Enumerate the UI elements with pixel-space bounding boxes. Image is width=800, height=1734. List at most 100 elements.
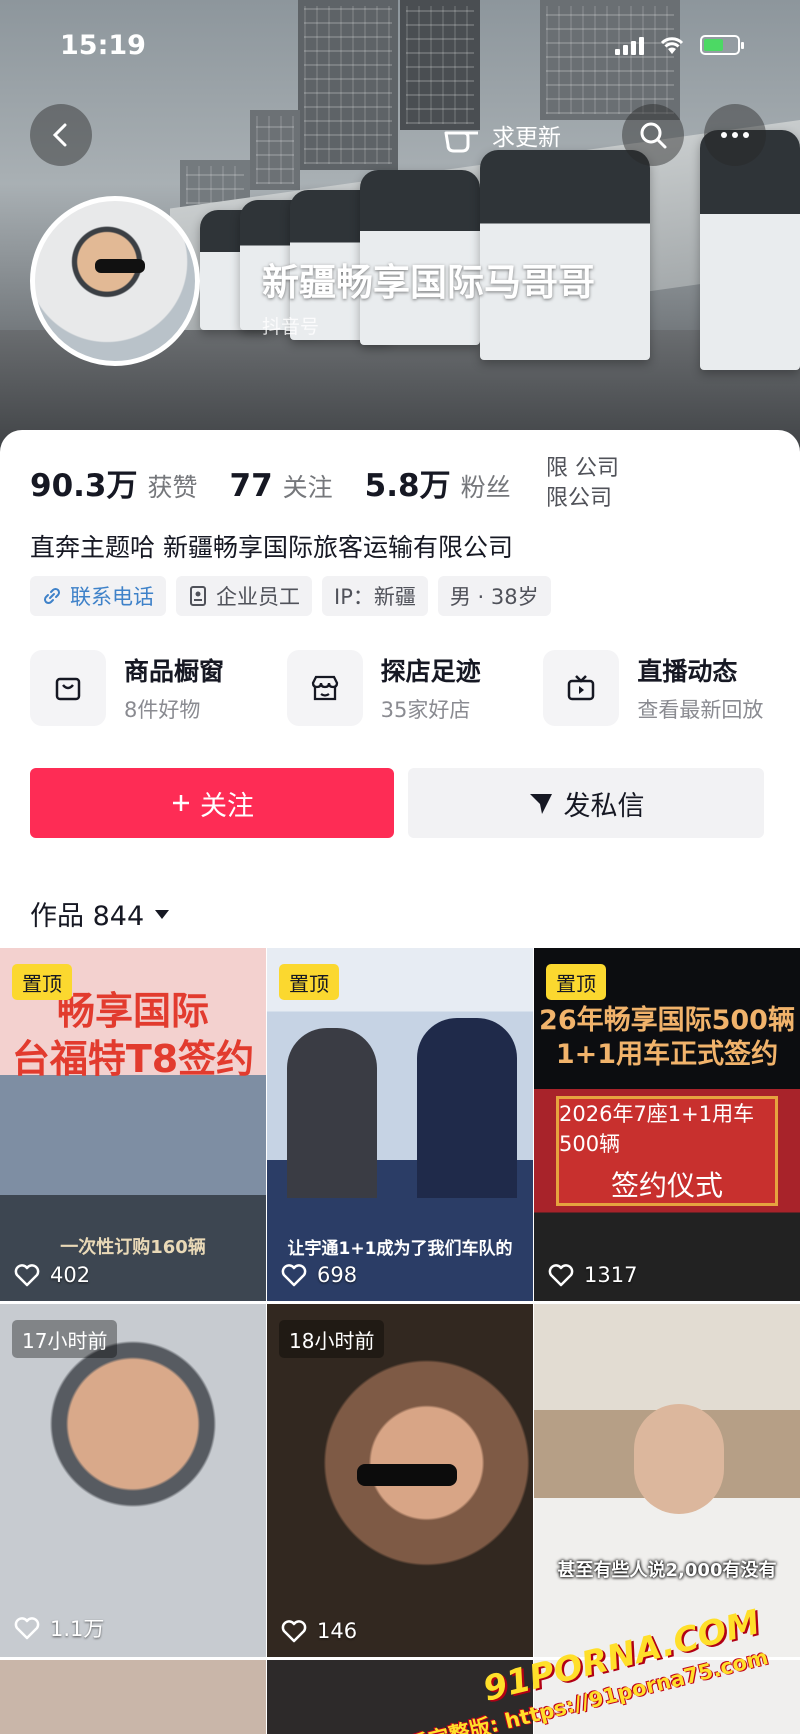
shortcut-title: 商品橱窗 <box>124 657 225 686</box>
avatar[interactable] <box>30 196 200 366</box>
more-button[interactable] <box>704 104 766 166</box>
like-count-value: 146 <box>317 1619 358 1643</box>
video-title-overlay: 畅享国际 台福特T8签约 <box>11 989 255 1081</box>
post-time-badge: 17小时前 <box>12 1320 118 1358</box>
profile-tags: 联系电话 企业员工 IP：新疆 男 · 38岁 <box>30 576 551 616</box>
works-tab-label: 作品 844 <box>30 901 145 932</box>
like-count: 698 <box>281 1263 357 1287</box>
request-update-button[interactable]: 求更新 <box>432 110 577 160</box>
shortcut-subtitle: 查看最新回放 <box>637 698 764 722</box>
likes-count[interactable]: 90.3万 <box>30 460 138 505</box>
signal-icon <box>615 35 644 55</box>
company-line: 限 公司 <box>546 456 619 481</box>
request-update-label: 求更新 <box>492 125 561 151</box>
search-icon <box>640 122 667 149</box>
shortcut-title: 直播动态 <box>637 657 738 686</box>
video-grid: 畅享国际 台福特T8签约 一次性订购160辆 置顶 402 让宇通1+1成为了我… <box>0 948 800 1734</box>
video-thumbnail[interactable]: 甚至有些人说2,000有没有 <box>534 1304 800 1657</box>
like-count: 1317 <box>548 1263 637 1287</box>
battery-icon <box>700 35 744 55</box>
followers-count[interactable]: 5.8万 <box>365 460 451 505</box>
company-line: 限公司 <box>546 486 613 511</box>
send-icon <box>529 794 552 814</box>
contact-phone-tag[interactable]: 联系电话 <box>30 576 166 616</box>
heart-icon <box>281 1264 307 1287</box>
likes-label: 获赞 <box>147 473 198 502</box>
board-line: 签约仪式 <box>610 1169 723 1202</box>
heart-icon <box>14 1264 40 1287</box>
action-buttons: 关注 发私信 <box>30 768 764 838</box>
video-thumbnail[interactable]: 让宇通1+1成为了我们车队的 置顶 698 <box>267 948 533 1301</box>
douyin-id[interactable]: 抖音号 <box>262 312 319 339</box>
search-button[interactable] <box>622 104 684 166</box>
video-thumbnail[interactable]: 18小时前 146 <box>267 1304 533 1657</box>
profile-bio: 直奔主题哈 新疆畅享国际旅客运输有限公司 <box>30 533 513 562</box>
like-count-value: 1317 <box>584 1263 638 1287</box>
employee-tag[interactable]: 企业员工 <box>176 576 312 616</box>
pinned-badge: 置顶 <box>12 964 72 1000</box>
message-label: 发私信 <box>563 790 645 822</box>
shortcut-title: 探店足迹 <box>380 657 481 686</box>
signing-board: 2026年7座1+1用车500辆 签约仪式 <box>556 1096 778 1206</box>
sunglasses <box>357 1464 457 1486</box>
video-thumbnail[interactable]: 17小时前 1.1万 <box>0 1304 266 1657</box>
message-button[interactable]: 发私信 <box>408 768 764 838</box>
heart-icon <box>548 1264 574 1287</box>
plus-icon <box>173 795 189 811</box>
gender-age-tag: 男 · 38岁 <box>437 576 551 616</box>
person-figure <box>417 1018 517 1198</box>
more-dots-icon <box>721 132 749 138</box>
status-time: 15:19 <box>60 29 146 61</box>
pinned-badge: 置顶 <box>546 964 606 1000</box>
stats-row: 90.3万 获赞 77 关注 5.8万 粉丝 <box>30 460 533 505</box>
works-tab[interactable]: 作品 844 <box>30 894 170 933</box>
link-icon <box>43 587 61 605</box>
video-thumbnail[interactable]: 畅享国际 台福特T8签约 一次性订购160辆 置顶 402 <box>0 948 266 1301</box>
video-title-overlay: 26年畅享国际500辆 1+1用车正式签约 <box>539 1005 795 1070</box>
chevron-left-icon <box>52 123 67 147</box>
avatar-sunglasses <box>95 259 145 273</box>
top-navigation: 求更新 <box>0 100 800 170</box>
pinned-badge: 置顶 <box>279 964 339 1000</box>
follow-button[interactable]: 关注 <box>30 768 394 838</box>
video-thumbnail[interactable]: 26年畅享国际500辆 1+1用车正式签约 2026年7座1+1用车500辆 签… <box>534 948 800 1301</box>
like-count-value: 1.1万 <box>50 1617 105 1641</box>
shortcut-live-updates[interactable]: 直播动态 查看最新回放 <box>543 650 800 726</box>
followers-label: 粉丝 <box>460 473 511 502</box>
shortcut-subtitle: 35家好店 <box>380 698 471 722</box>
store-icon <box>286 650 363 726</box>
pointing-hand-icon <box>444 131 478 153</box>
profile-panel: 90.3万 获赞 77 关注 5.8万 粉丝 限 公司 限公司 直奔主题哈 新疆… <box>0 430 800 950</box>
board-line: 2026年7座1+1用车500辆 <box>559 1102 755 1156</box>
person-figure <box>634 1404 724 1514</box>
shortcut-subtitle: 8件好物 <box>124 698 201 722</box>
badge-icon <box>190 586 206 606</box>
ip-location-label: IP：新疆 <box>334 585 416 609</box>
shortcut-product-window[interactable]: 商品橱窗 8件好物 <box>30 650 287 726</box>
person-figure <box>287 1028 377 1198</box>
follow-label: 关注 <box>200 790 254 822</box>
heart-icon <box>14 1617 40 1640</box>
gender-age-label: 男 · 38岁 <box>449 585 539 609</box>
video-thumbnail[interactable] <box>0 1660 266 1734</box>
video-caption: 一次性订购160辆 <box>60 1237 206 1258</box>
back-button[interactable] <box>30 104 92 166</box>
status-bar: 15:19 <box>0 0 800 90</box>
like-count: 402 <box>14 1263 90 1287</box>
following-count[interactable]: 77 <box>230 468 273 504</box>
shortcut-store-visits[interactable]: 探店足迹 35家好店 <box>286 650 544 726</box>
like-count: 1.1万 <box>14 1613 104 1643</box>
video-caption: 让宇通1+1成为了我们车队的 <box>287 1239 513 1259</box>
wifi-icon <box>660 37 684 54</box>
like-count-value: 402 <box>50 1263 91 1287</box>
status-icons <box>615 34 744 56</box>
like-count-value: 698 <box>317 1263 358 1287</box>
caret-down-icon <box>155 909 170 919</box>
contact-phone-label: 联系电话 <box>70 585 154 609</box>
following-label: 关注 <box>282 473 333 502</box>
tv-icon <box>543 650 620 726</box>
profile-nickname: 新疆畅享国际马哥哥 <box>262 261 595 304</box>
heart-icon <box>281 1620 307 1643</box>
shortcut-row: 商品橱窗 8件好物 探店足迹 35家好店 直播动态 查看最新回放 <box>30 650 800 726</box>
company-verification[interactable]: 限 公司 限公司 <box>546 454 746 514</box>
